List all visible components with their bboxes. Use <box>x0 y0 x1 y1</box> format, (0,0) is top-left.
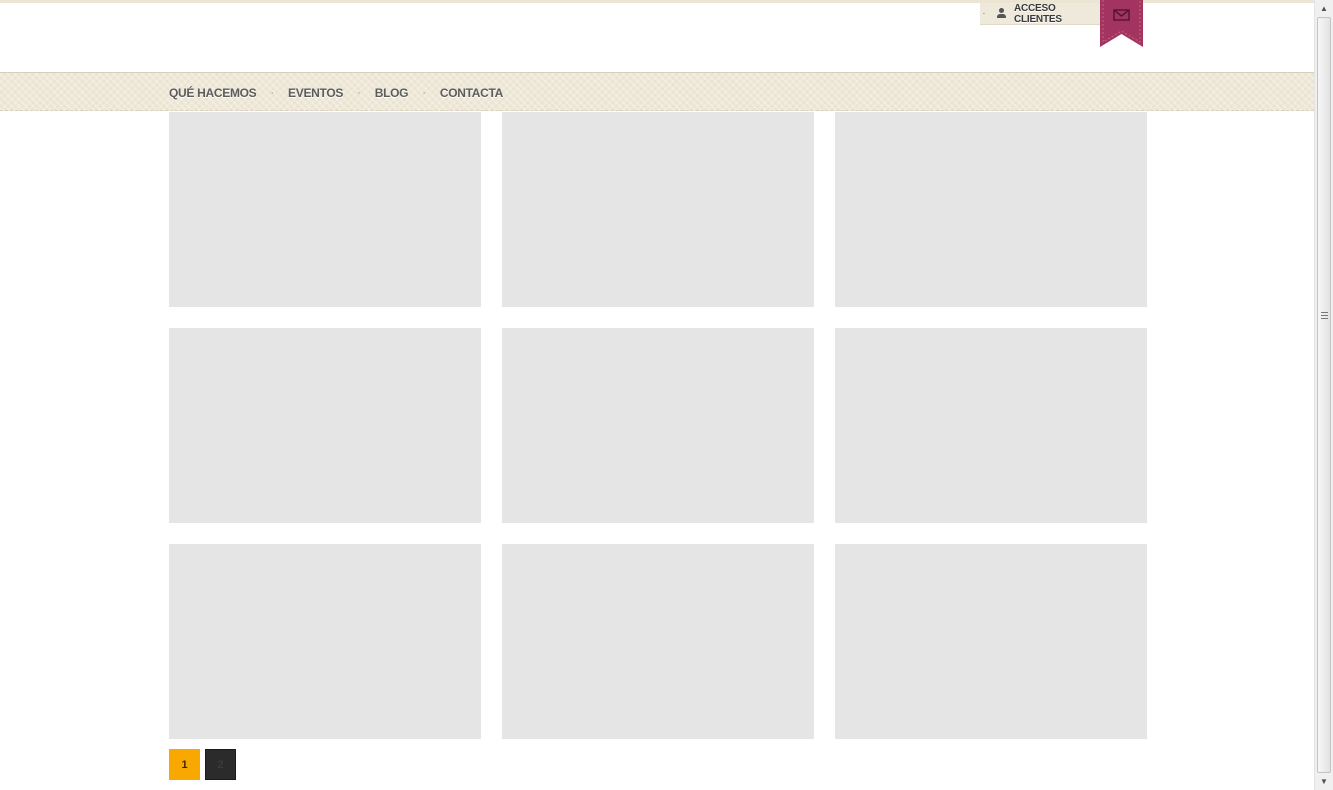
vertical-scrollbar[interactable]: ▲ ▼ <box>1314 0 1333 790</box>
gallery-tile[interactable] <box>502 328 814 523</box>
user-icon <box>996 7 1007 20</box>
gallery-tile[interactable] <box>169 112 481 307</box>
gallery-tile[interactable] <box>835 112 1147 307</box>
grip-icon <box>1321 312 1328 321</box>
main-navigation: QUÉ HACEMOS · EVENTOS · BLOG · CONTACTA <box>0 72 1314 111</box>
nav-separator: · <box>357 86 361 99</box>
nav-item-eventos[interactable]: EVENTOS <box>288 86 343 100</box>
client-access-link[interactable]: · ACCESO CLIENTES <box>980 3 1100 25</box>
nav-item-que-hacemos[interactable]: QUÉ HACEMOS <box>169 86 257 100</box>
arrow-up-icon[interactable]: ▲ <box>1315 0 1333 17</box>
nav-separator: · <box>270 86 275 99</box>
client-access-label: ACCESO CLIENTES <box>1013 2 1062 25</box>
gallery-tile[interactable] <box>502 112 814 307</box>
nav-item-blog[interactable]: BLOG <box>375 86 409 100</box>
arrow-down-icon[interactable]: ▼ <box>1315 773 1333 790</box>
pagination-page-2[interactable]: 2 <box>205 749 236 780</box>
gallery-tile[interactable] <box>835 544 1147 739</box>
scrollbar-thumb[interactable] <box>1317 17 1331 773</box>
gallery-tile[interactable] <box>502 544 814 739</box>
mail-ribbon-button[interactable] <box>1100 0 1143 47</box>
pagination-page-1[interactable]: 1 <box>169 749 200 780</box>
nav-item-contacta[interactable]: CONTACTA <box>440 86 503 100</box>
separator-dot: · <box>982 8 986 19</box>
nav-separator: · <box>422 86 426 99</box>
gallery-tile[interactable] <box>835 328 1147 523</box>
gallery-tile[interactable] <box>169 328 481 523</box>
gallery-tile[interactable] <box>169 544 481 739</box>
